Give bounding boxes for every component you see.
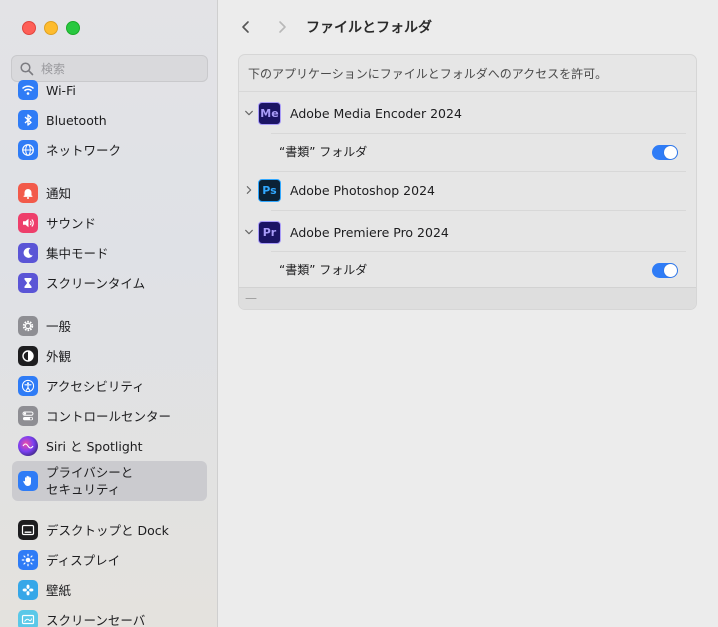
dock-icon (18, 520, 38, 540)
sidebar-item-label: 外観 (46, 348, 72, 364)
app-row-premiere-pro[interactable]: Pr Adobe Premiere Pro 2024 (239, 212, 696, 252)
files-folders-card: 下のアプリケーションにファイルとフォルダへのアクセスを許可。 Me Adobe … (238, 54, 697, 310)
sidebar-item-label: Bluetooth (46, 112, 107, 128)
sidebar-item-bluetooth[interactable]: Bluetooth (12, 106, 207, 134)
sidebar-item-general[interactable]: 一般 (12, 312, 207, 340)
sidebar-item-label: 通知 (46, 185, 72, 201)
app-name: Adobe Premiere Pro 2024 (290, 224, 449, 240)
siri-icon (18, 436, 38, 456)
sidebar-item-controlcenter[interactable]: コントロールセンター (12, 402, 207, 430)
sidebar-item-label: ディスプレイ (46, 552, 121, 568)
settings-window: Wi-Fi Bluetooth ネットワーク 通知 (0, 0, 718, 627)
sidebar-item-appearance[interactable]: 外観 (12, 342, 207, 370)
media-encoder-icon: Me (258, 101, 281, 125)
chevron-right-icon (275, 19, 289, 38)
sidebar-item-label: Wi-Fi (46, 82, 76, 98)
sidebar-item-wifi[interactable]: Wi-Fi (12, 76, 207, 104)
bluetooth-icon (18, 110, 38, 130)
flower-icon (18, 580, 38, 600)
close-window-button[interactable] (22, 21, 36, 35)
hand-icon (18, 471, 38, 491)
app-row-media-encoder[interactable]: Me Adobe Media Encoder 2024 (239, 93, 696, 133)
sidebar-item-label: デスクトップと Dock (46, 522, 169, 538)
moon-icon (18, 243, 38, 263)
toggles-icon (18, 406, 38, 426)
remove-button[interactable]: — (245, 292, 257, 304)
app-name: Adobe Photoshop 2024 (290, 182, 435, 198)
sidebar-item-network[interactable]: ネットワーク (12, 136, 207, 164)
permission-row: “書類” フォルダ (239, 133, 696, 171)
documents-folder-toggle[interactable] (652, 263, 678, 278)
page-title: ファイルとフォルダ (306, 20, 432, 36)
sidebar-item-label: アクセシビリティ (46, 378, 145, 394)
minimize-window-button[interactable] (44, 21, 58, 35)
bell-icon (18, 183, 38, 203)
sidebar-item-label: 一般 (46, 318, 72, 334)
sidebar-item-label: コントロールセンター (46, 408, 172, 424)
appearance-icon (18, 346, 38, 366)
premiere-pro-icon: Pr (258, 220, 281, 244)
sidebar-item-label: スクリーンセーバ (46, 612, 146, 627)
sidebar-item-privacy[interactable]: プライバシーと セキュリティ (12, 461, 207, 501)
chevron-down-icon[interactable] (243, 226, 255, 238)
hourglass-icon (18, 273, 38, 293)
search-input[interactable] (39, 60, 193, 77)
sidebar-item-screentime[interactable]: スクリーンタイム (12, 269, 207, 297)
sidebar-item-siri[interactable]: Siri と Spotlight (12, 432, 207, 460)
sidebar-item-screensaver[interactable]: スクリーンセーバ (12, 606, 207, 627)
sidebar-item-focus[interactable]: 集中モード (12, 239, 207, 267)
permission-label: “書類” フォルダ (279, 263, 368, 277)
chevron-left-icon (239, 19, 253, 38)
sidebar-item-wallpaper[interactable]: 壁紙 (12, 576, 207, 604)
chevron-right-icon[interactable] (243, 184, 255, 196)
sidebar: Wi-Fi Bluetooth ネットワーク 通知 (0, 0, 218, 627)
globe-icon (18, 140, 38, 160)
card-footer: — (239, 287, 696, 309)
gear-icon (18, 316, 38, 336)
sidebar-item-notifications[interactable]: 通知 (12, 179, 207, 207)
maximize-window-button[interactable] (66, 21, 80, 35)
sidebar-item-label: 壁紙 (46, 582, 72, 598)
sun-icon (18, 550, 38, 570)
permission-row: “書類” フォルダ (239, 251, 696, 289)
sidebar-item-label: スクリーンタイム (46, 275, 146, 291)
documents-folder-toggle[interactable] (652, 145, 678, 160)
forward-button[interactable] (272, 18, 292, 38)
back-button[interactable] (236, 18, 256, 38)
sidebar-item-label: ネットワーク (46, 142, 122, 158)
speaker-icon (18, 213, 38, 233)
sidebar-item-sound[interactable]: サウンド (12, 209, 207, 237)
sidebar-item-displays[interactable]: ディスプレイ (12, 546, 207, 574)
wifi-icon (18, 80, 38, 100)
photoshop-icon: Ps (258, 178, 281, 202)
chevron-down-icon[interactable] (243, 107, 255, 119)
app-row-photoshop[interactable]: Ps Adobe Photoshop 2024 (239, 170, 696, 210)
accessibility-icon (18, 376, 38, 396)
sidebar-item-desktop[interactable]: デスクトップと Dock (12, 516, 207, 544)
divider (271, 210, 686, 211)
sidebar-item-label: プライバシーと セキュリティ (46, 465, 134, 497)
search-icon (19, 61, 35, 77)
divider (239, 91, 696, 92)
sidebar-item-label: 集中モード (46, 245, 109, 261)
main-pane: ファイルとフォルダ 下のアプリケーションにファイルとフォルダへのアクセスを許可。… (218, 0, 718, 627)
sidebar-item-accessibility[interactable]: アクセシビリティ (12, 372, 207, 400)
sidebar-item-label: Siri と Spotlight (46, 438, 143, 454)
app-name: Adobe Media Encoder 2024 (290, 105, 462, 121)
card-description: 下のアプリケーションにファイルとフォルダへのアクセスを許可。 (248, 67, 608, 81)
window-controls (22, 21, 80, 35)
screensaver-icon (18, 610, 38, 627)
sidebar-item-label: サウンド (46, 215, 97, 231)
permission-label: “書類” フォルダ (279, 145, 368, 159)
